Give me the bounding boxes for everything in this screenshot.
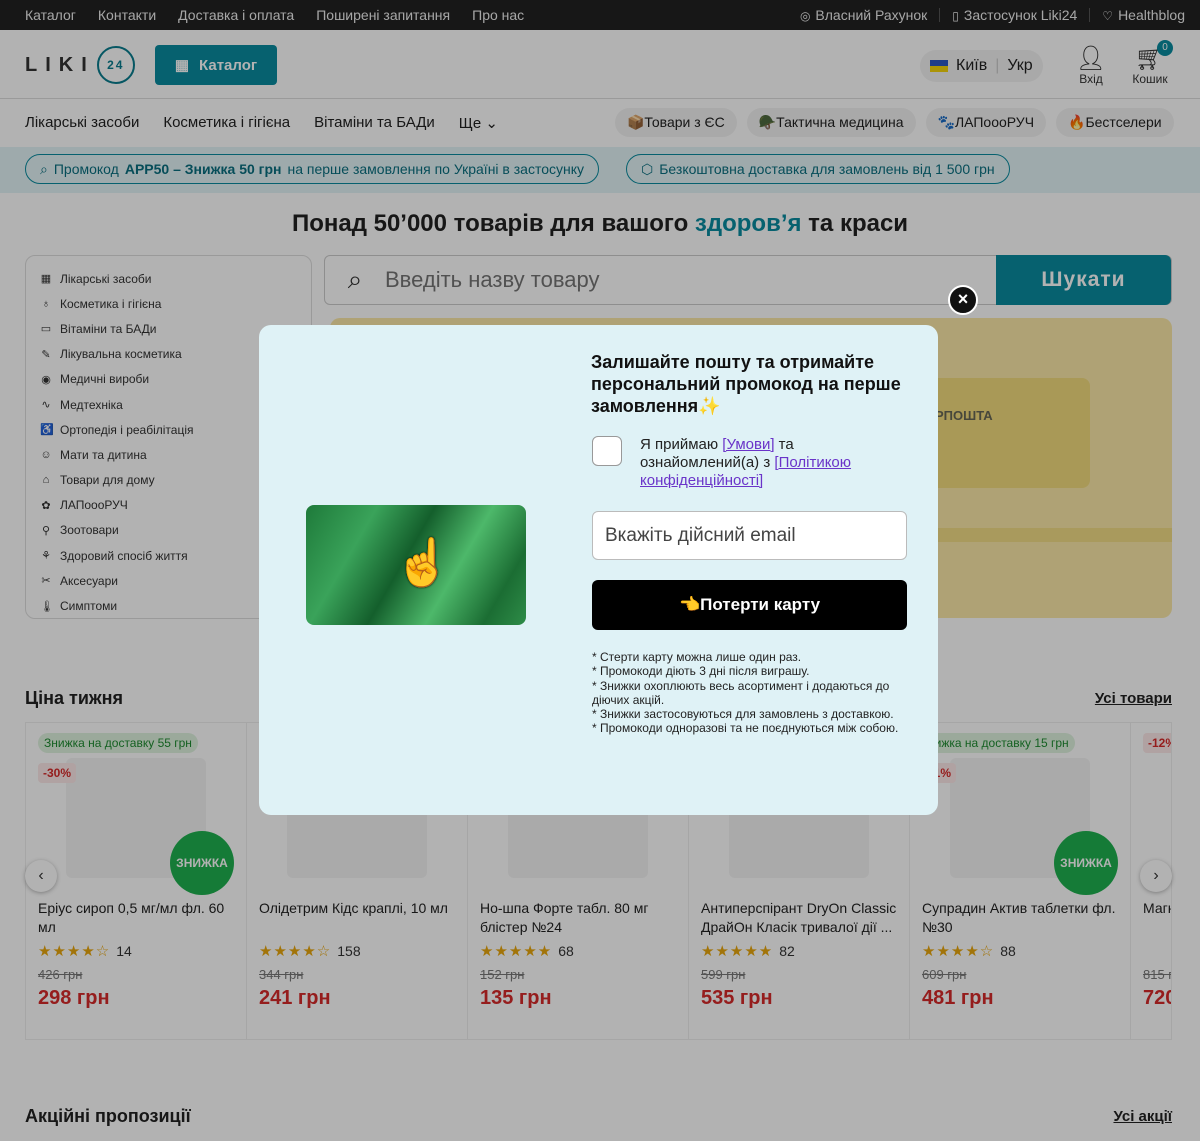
email-field[interactable]	[592, 511, 907, 560]
note-line: * Промокоди одноразові та не поєднуються…	[592, 721, 899, 736]
note-line: * Знижки застосовуються для замовлень з …	[592, 707, 894, 722]
scratch-card[interactable]: ☝	[306, 505, 526, 625]
terms-text-a: Я приймаю	[640, 436, 723, 453]
scratch-card-button[interactable]: 👈Потерти карту	[592, 580, 907, 630]
note-line: * Знижки охоплюють весь асортимент і дод…	[592, 678, 890, 707]
note-line: * Промокоди діють 3 дні після виграшу.	[592, 664, 810, 679]
terms-checkbox[interactable]	[592, 436, 622, 466]
promo-modal: ☝ Залишайте пошту та отримайте персональ…	[259, 325, 938, 815]
modal-title: Залишайте пошту та отримайте персональни…	[591, 352, 901, 416]
pointer-hand-icon: ☝	[394, 536, 452, 588]
note-line: * Стерти карту можна лише один раз.	[592, 650, 802, 664]
close-icon: ×	[957, 289, 969, 309]
close-modal-button[interactable]: ×	[948, 285, 978, 315]
terms-text: Я приймаю [Умови] та ознайомлений(а) з […	[640, 436, 910, 490]
terms-link[interactable]: [Умови]	[722, 436, 774, 453]
modal-notes: * Стерти карту можна лише один раз. * Пр…	[592, 650, 910, 736]
